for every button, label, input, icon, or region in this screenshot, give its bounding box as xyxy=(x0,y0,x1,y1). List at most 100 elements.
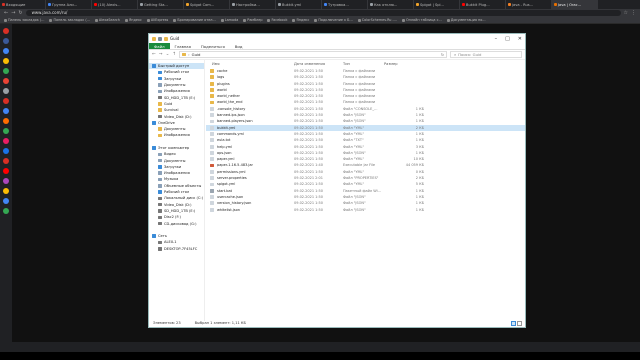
app-shortcut-icon[interactable] xyxy=(3,178,9,184)
file-name: version_history.json xyxy=(217,201,252,206)
details-view-icon[interactable] xyxy=(511,321,516,326)
app-shortcut-icon[interactable] xyxy=(3,38,9,44)
star-icon[interactable]: ☆ xyxy=(624,10,628,16)
ribbon-tab[interactable]: Файл xyxy=(149,43,170,49)
new-folder-icon[interactable] xyxy=(164,36,168,41)
browser-tab[interactable]: Java | Orac... xyxy=(552,0,598,9)
app-shortcut-icon[interactable] xyxy=(3,168,9,174)
bookmark-item[interactable]: Подключение к Б... xyxy=(314,18,353,22)
app-shortcut-icon[interactable] xyxy=(3,188,9,194)
close-icon[interactable]: ✕ xyxy=(518,36,522,42)
browser-tab[interactable]: Тутровка... xyxy=(322,0,368,9)
properties-icon[interactable] xyxy=(158,36,162,41)
tab-label: Входящие xyxy=(6,2,26,7)
bookmark-item[interactable]: Документация по... xyxy=(446,18,486,22)
app-shortcut-icon[interactable] xyxy=(3,78,9,84)
browser-tab[interactable]: java - Rus... xyxy=(506,0,552,9)
file-icon xyxy=(210,132,214,136)
bookmark-item[interactable]: Facebook xyxy=(267,18,287,22)
refresh-icon[interactable]: ↻ xyxy=(441,52,446,57)
bookmark-item[interactable]: Рамблер xyxy=(243,18,262,22)
bookmark-item[interactable]: Панель закладок (... xyxy=(4,18,44,22)
browser-tab[interactable]: Входящие xyxy=(0,0,46,9)
bookmark-item[interactable]: Бронирование отел... xyxy=(173,18,216,22)
file-date: 09.02.2021 2:01 xyxy=(294,176,324,181)
file-type: Файл "YML" xyxy=(343,182,365,187)
column-name[interactable]: Имя xyxy=(212,62,220,66)
file-date: 09.02.2021 1:50 xyxy=(294,100,324,105)
browser-tab[interactable]: (10) Alexis... xyxy=(92,0,138,9)
app-shortcut-icon[interactable] xyxy=(3,98,9,104)
bookmark-icon xyxy=(94,18,98,22)
column-size[interactable]: Размер xyxy=(384,62,397,66)
breadcrumb[interactable]: Guid xyxy=(192,52,201,57)
maximize-icon[interactable]: □ xyxy=(505,36,510,42)
up-arrow-icon[interactable]: ↑ xyxy=(172,52,176,57)
bookmark-icon xyxy=(292,18,296,22)
bookmark-item[interactable]: Яндекс xyxy=(124,18,142,22)
app-shortcut-icon[interactable] xyxy=(3,58,9,64)
app-shortcut-icon[interactable] xyxy=(3,48,9,54)
bookmark-icon xyxy=(220,18,224,22)
nav-item[interactable]: DESKTOP-7F45LFC xyxy=(149,246,204,252)
chevron-down-icon[interactable]: ⌄ xyxy=(166,52,170,57)
browser-tab[interactable]: Настройки... xyxy=(230,0,276,9)
bookmark-item[interactable]: Панель закладок (... xyxy=(49,18,90,22)
file-date: 09.02.2021 1:50 xyxy=(294,119,324,124)
forward-arrow-icon[interactable]: → xyxy=(159,52,163,57)
tab-label: Spigot | Spi... xyxy=(420,2,444,7)
address-bar: ← → ↻ www.java.com/ru/ ☆ ⋮ xyxy=(0,9,640,17)
menu-icon[interactable]: ⋮ xyxy=(631,10,636,16)
app-shortcut-icon[interactable] xyxy=(3,118,9,124)
app-shortcut-icon[interactable] xyxy=(3,28,9,34)
url-field[interactable]: www.java.com/ru/ xyxy=(25,10,621,16)
app-shortcut-icon[interactable] xyxy=(3,128,9,134)
view-switcher xyxy=(511,321,522,326)
reload-icon[interactable]: ↻ xyxy=(18,10,22,16)
ribbon-tab[interactable]: Вид xyxy=(230,43,248,49)
app-shortcut-icon[interactable] xyxy=(3,158,9,164)
nav-item-icon xyxy=(158,158,162,163)
app-shortcut-icon[interactable] xyxy=(3,108,9,114)
tab-label: java - Rus... xyxy=(512,2,534,7)
app-shortcut-icon[interactable] xyxy=(3,148,9,154)
minimize-icon[interactable]: – xyxy=(495,36,498,42)
browser-tab[interactable]: Spigot Com... xyxy=(184,0,230,9)
back-icon[interactable]: ← xyxy=(4,10,8,16)
tiles-view-icon[interactable] xyxy=(517,321,522,326)
bookmark-icon xyxy=(267,18,271,22)
bookmark-item[interactable]: Яндекс xyxy=(292,18,309,22)
bookmark-item[interactable]: ColorSchemes.Ru -... xyxy=(357,18,397,22)
browser-tab[interactable]: Как отклю... xyxy=(368,0,414,9)
column-date[interactable]: Дата изменения xyxy=(294,62,325,66)
ribbon-tab[interactable]: Поделиться xyxy=(196,43,230,49)
back-arrow-icon[interactable]: ← xyxy=(152,52,156,57)
nav-item-label: Загрузки xyxy=(164,164,182,169)
file-row[interactable]: whitelist.json 09.02.2021 1:50 Файл "JSON"… xyxy=(206,207,525,213)
search-input[interactable]: ⌕ Поиск: Guid xyxy=(450,51,522,58)
browser-tab[interactable]: Bukkit Plug... xyxy=(460,0,506,9)
browser-tab[interactable]: Spigot | Spi... xyxy=(414,0,460,9)
browser-tab[interactable]: Bukkit.yml xyxy=(276,0,322,9)
file-size: 1 КБ xyxy=(415,150,424,155)
app-shortcut-icon[interactable] xyxy=(3,198,9,204)
bookmark-item[interactable]: Lamoda xyxy=(220,18,238,22)
bookmark-item[interactable]: AlexaSearch xyxy=(94,18,120,22)
nav-item-label: Быстрый доступ xyxy=(158,64,190,69)
app-shortcut-icon[interactable] xyxy=(3,88,9,94)
file-date: 09.02.2021 1:50 xyxy=(294,207,324,212)
bookmark-item[interactable]: AliExpress xyxy=(146,18,168,22)
browser-tab[interactable]: Getting Sta... xyxy=(138,0,184,9)
ribbon-tab[interactable]: Главная xyxy=(170,43,196,49)
app-shortcut-icon[interactable] xyxy=(3,68,9,74)
address-path[interactable]: › Guid ↻ xyxy=(179,51,447,58)
folder-icon xyxy=(210,88,214,92)
browser-tab[interactable]: Группа Али... xyxy=(46,0,92,9)
file-list: Имя Дата изменения Тип Размер cache 09.02… xyxy=(206,60,525,321)
app-shortcut-icon[interactable] xyxy=(3,208,9,214)
nav-item-icon xyxy=(158,221,162,226)
app-shortcut-icon[interactable] xyxy=(3,138,9,144)
column-type[interactable]: Тип xyxy=(343,62,350,66)
forward-icon[interactable]: → xyxy=(11,10,15,16)
bookmark-item[interactable]: Онлайн таблица с... xyxy=(401,18,442,22)
